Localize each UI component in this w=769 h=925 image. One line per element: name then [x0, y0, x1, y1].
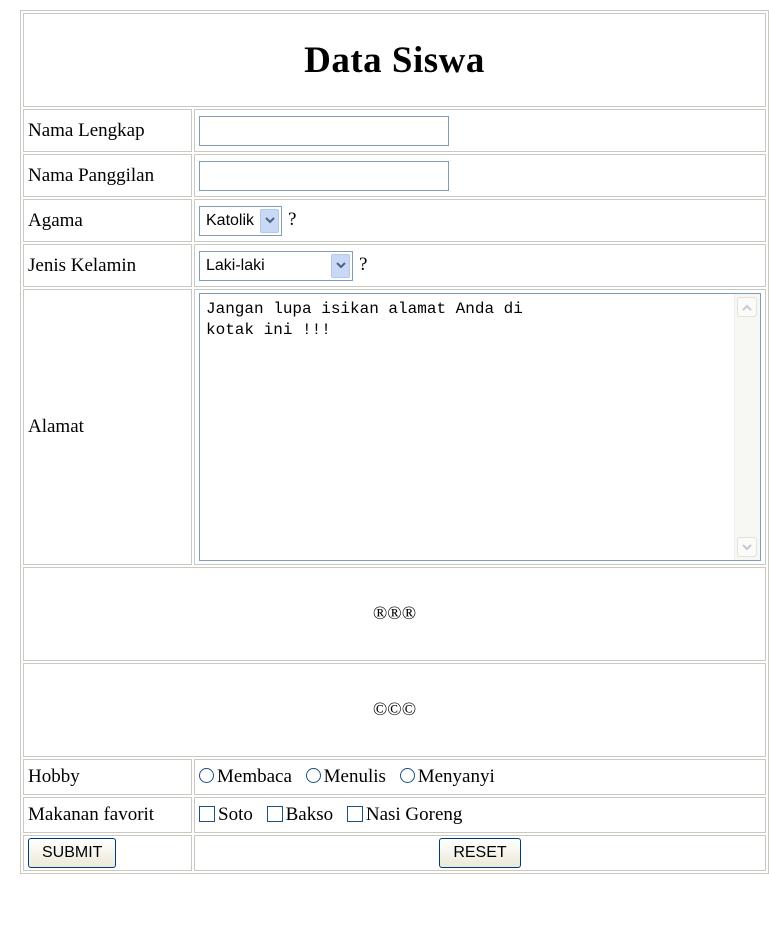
makanan-option-nasi-goreng[interactable]: Nasi Goreng	[346, 804, 463, 825]
nama-panggilan-label: Nama Panggilan	[23, 154, 192, 197]
nama-lengkap-cell	[194, 109, 766, 152]
hobby-label: Hobby	[23, 759, 192, 795]
registered-symbols: ®®®	[372, 603, 417, 624]
makanan-option-label: Soto	[218, 804, 253, 825]
title-cell: Data Siswa	[23, 13, 766, 107]
submit-cell: SUBMIT	[23, 835, 192, 871]
hobby-option-membaca[interactable]: Membaca	[199, 766, 292, 787]
hobby-option-label: Menyanyi	[417, 766, 495, 787]
agama-selected-value: Katolik	[206, 211, 255, 229]
jenis-kelamin-selected-value: Laki-laki	[206, 256, 265, 274]
nama-lengkap-label: Nama Lengkap	[23, 109, 192, 152]
checkbox[interactable]	[199, 806, 215, 822]
nama-lengkap-input[interactable]	[199, 115, 449, 146]
page-title: Data Siswa	[304, 39, 485, 81]
arrow-down-icon[interactable]	[737, 537, 757, 557]
agama-help-mark: ?	[288, 208, 297, 230]
checkbox[interactable]	[266, 806, 283, 822]
alamat-text: Jangan lupa isikan alamat Anda di kotak …	[206, 300, 523, 339]
alamat-label: Alamat	[23, 289, 192, 565]
alamat-textarea[interactable]: Jangan lupa isikan alamat Anda di kotak …	[199, 293, 761, 561]
makanan-option-label: Nasi Goreng	[365, 804, 463, 825]
reset-button[interactable]: RESET	[439, 838, 521, 868]
makanan-option-bakso[interactable]: Bakso	[266, 804, 334, 825]
registered-symbols-cell: ®®®	[23, 567, 766, 661]
makanan-favorit-label: Makanan favorit	[23, 797, 192, 833]
nama-panggilan-cell	[194, 154, 766, 197]
jenis-kelamin-label: Jenis Kelamin	[23, 244, 192, 287]
alamat-scrollbar[interactable]	[734, 294, 760, 560]
student-form-table: Data Siswa Nama Lengkap Nama Panggilan A…	[20, 10, 769, 874]
radio-button[interactable]	[305, 768, 321, 783]
agama-label: Agama	[23, 199, 192, 242]
hobby-option-menyanyi[interactable]: Menyanyi	[399, 766, 495, 787]
hobby-option-label: Menulis	[323, 766, 386, 787]
hobby-option-label: Membaca	[217, 766, 292, 787]
form-container: Data Siswa Nama Lengkap Nama Panggilan A…	[20, 10, 769, 874]
makanan-favorit-cell: Soto Bakso Nasi Goreng	[194, 797, 766, 833]
chevron-down-icon[interactable]	[331, 253, 350, 278]
hobby-option-menulis[interactable]: Menulis	[305, 766, 386, 787]
arrow-up-icon[interactable]	[737, 297, 757, 317]
copyright-symbols: ©©©	[372, 699, 417, 720]
radio-button[interactable]	[199, 768, 214, 783]
hobby-cell: Membaca Menulis Menyanyi	[194, 759, 766, 795]
radio-button[interactable]	[399, 768, 415, 783]
submit-button[interactable]: SUBMIT	[28, 838, 117, 868]
agama-cell: Katolik ?	[194, 199, 766, 242]
reset-cell: RESET	[194, 835, 766, 871]
agama-select[interactable]: Katolik	[199, 205, 283, 236]
makanan-option-label: Bakso	[285, 804, 334, 825]
checkbox[interactable]	[346, 806, 363, 822]
chevron-down-icon[interactable]	[260, 208, 280, 233]
alamat-cell: Jangan lupa isikan alamat Anda di kotak …	[194, 289, 766, 565]
copyright-symbols-cell: ©©©	[23, 663, 766, 757]
nama-panggilan-input[interactable]	[199, 160, 449, 191]
makanan-option-soto[interactable]: Soto	[199, 804, 253, 825]
jenis-kelamin-select[interactable]: Laki-laki	[199, 250, 353, 281]
jenis-kelamin-cell: Laki-laki ?	[194, 244, 766, 287]
jenis-kelamin-help-mark: ?	[359, 253, 368, 275]
